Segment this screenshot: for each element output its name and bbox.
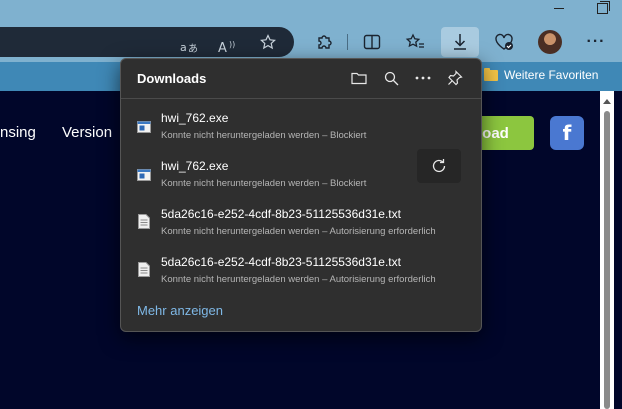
downloads-header: Downloads — [121, 59, 481, 97]
browser-toolbar: aあ A)) ··· — [0, 22, 622, 62]
scrollbar[interactable] — [600, 91, 614, 409]
header-divider — [121, 98, 481, 99]
nav-link-licensing[interactable]: nsing — [0, 124, 36, 141]
exe-file-icon — [137, 120, 151, 138]
download-status: Konnte nicht heruntergeladen werden – Bl… — [161, 178, 367, 189]
favorites-icon[interactable] — [403, 22, 427, 62]
download-file-name: hwi_762.exe — [161, 111, 229, 125]
split-screen-icon[interactable] — [360, 22, 384, 62]
svg-text:a: a — [180, 41, 187, 54]
downloads-icon[interactable] — [441, 27, 479, 57]
scrollbar-thumb[interactable] — [604, 111, 610, 409]
search-icon[interactable] — [381, 68, 401, 88]
restore-button[interactable] — [597, 1, 610, 14]
address-bar[interactable]: aあ A)) — [0, 27, 294, 57]
toolbar-divider — [347, 34, 348, 50]
folder-icon — [484, 67, 498, 81]
show-more-link[interactable]: Mehr anzeigen — [137, 303, 223, 318]
svg-text:A: A — [218, 41, 227, 55]
download-file-name: 5da26c16-e252-4cdf-8b23-51125536d31e.txt — [161, 207, 401, 221]
download-file-name: 5da26c16-e252-4cdf-8b23-51125536d31e.txt — [161, 255, 401, 269]
facebook-button[interactable]: f — [550, 116, 584, 150]
health-icon[interactable] — [492, 22, 516, 62]
download-file-name: hwi_762.exe — [161, 159, 229, 173]
favorites-folder-label: Weitere Favoriten — [504, 68, 599, 82]
pin-icon[interactable] — [445, 68, 465, 88]
more-options-icon[interactable]: ··· — [584, 22, 608, 62]
minimize-button[interactable] — [554, 8, 564, 9]
download-item[interactable]: 5da26c16-e252-4cdf-8b23-51125536d31e.txt… — [121, 199, 481, 247]
scroll-up-arrow-icon[interactable] — [603, 99, 611, 104]
retry-icon — [432, 159, 446, 173]
favorite-star-icon[interactable] — [256, 27, 280, 57]
download-item[interactable]: hwi_762.exe Konnte nicht heruntergeladen… — [121, 103, 481, 151]
profile-avatar[interactable] — [538, 30, 562, 54]
svg-text:)): )) — [229, 40, 235, 49]
exe-file-icon — [137, 168, 151, 186]
svg-text:あ: あ — [188, 43, 198, 54]
text-file-icon — [138, 214, 150, 234]
more-actions-icon[interactable] — [413, 68, 433, 88]
download-status: Konnte nicht heruntergeladen werden – Bl… — [161, 130, 367, 141]
downloads-title: Downloads — [137, 71, 207, 86]
retry-button[interactable] — [417, 149, 461, 183]
title-bar — [0, 0, 622, 22]
download-item[interactable]: hwi_762.exe Konnte nicht heruntergeladen… — [121, 149, 481, 199]
other-favorites-folder[interactable]: Weitere Favoriten — [484, 67, 599, 82]
download-item[interactable]: 5da26c16-e252-4cdf-8b23-51125536d31e.txt… — [121, 247, 481, 295]
download-status: Konnte nicht heruntergeladen werden – Au… — [161, 274, 436, 285]
nav-link-version[interactable]: Version — [62, 124, 112, 141]
text-file-icon — [138, 262, 150, 282]
extensions-icon[interactable] — [312, 22, 336, 62]
downloads-panel: Downloads hwi_762.exe Konnte nicht herun… — [120, 58, 482, 332]
open-folder-icon[interactable] — [349, 68, 369, 88]
download-status: Konnte nicht heruntergeladen werden – Au… — [161, 226, 436, 237]
